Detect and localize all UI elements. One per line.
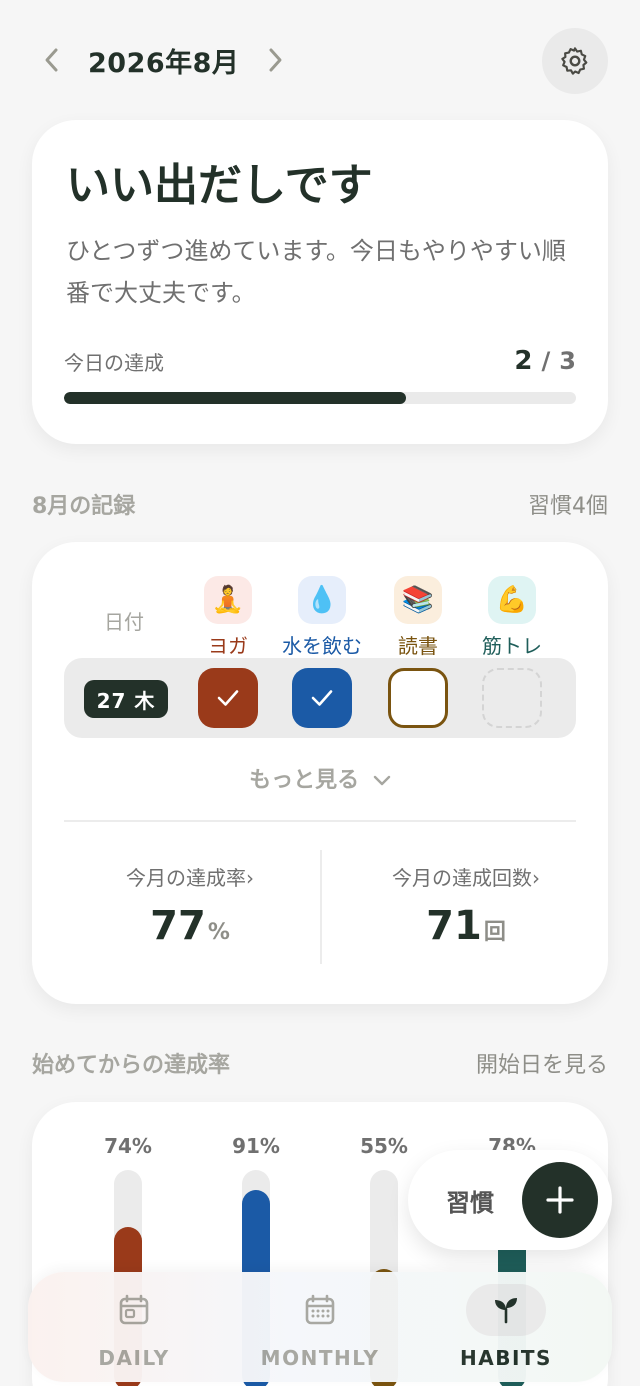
daily-calendar-icon-wrap: [94, 1284, 174, 1336]
today-progress-bar: [64, 392, 576, 404]
tab-habits-label: HABITS: [460, 1346, 552, 1370]
monthly-rate-label: 今月の達成率›: [126, 866, 254, 890]
header: 2026年8月: [32, 28, 608, 94]
rate-number: 77: [150, 903, 206, 949]
monthly-rate-value: 77%: [46, 903, 334, 949]
yoga-icon: 🧘: [204, 576, 252, 624]
today-progress-count: 2 / 3: [514, 346, 576, 376]
show-more-label: もっと見る: [249, 768, 360, 793]
plus-icon: [546, 1186, 574, 1214]
calendar-day-icon: [119, 1294, 149, 1325]
today-progress-row: 今日の達成 2 / 3: [64, 346, 576, 376]
monthly-count-label: 今月の達成回数›: [392, 866, 540, 890]
calendar-month-icon: [305, 1294, 335, 1325]
monthly-rate-stat[interactable]: 今月の達成率› 77%: [46, 862, 334, 949]
prev-month-button[interactable]: [32, 30, 72, 90]
reading-checkbox[interactable]: [388, 668, 448, 728]
count-unit: 回: [483, 920, 506, 945]
tab-monthly-label: MONTHLY: [260, 1346, 380, 1370]
sprout-icon: [495, 1298, 517, 1324]
settings-button[interactable]: [542, 28, 608, 94]
add-habit-button[interactable]: 習慣: [408, 1150, 612, 1250]
habit-count: 習慣4個: [528, 494, 608, 519]
daily-summary-card: いい出だしです ひとつずつ進めています。今日もやりやすい順番で大丈夫です。 今日…: [32, 120, 608, 444]
encouragement-title: いい出だしです: [66, 160, 373, 211]
habit-header-workout[interactable]: 💪 筋トレ: [462, 576, 562, 659]
chevron-left-icon: [45, 48, 58, 72]
habit-name: ヨガ: [208, 634, 248, 658]
rate-bar-label: 91%: [232, 1134, 280, 1158]
view-start-date-link[interactable]: 開始日を見る: [476, 1047, 608, 1079]
habit-header-water[interactable]: 💧 水を飲む: [272, 576, 372, 659]
day-row: 27 木: [64, 658, 576, 738]
chevron-right-icon: [269, 48, 282, 72]
habit-header-reading[interactable]: 📚 読書: [368, 576, 468, 659]
habit-name: 読書: [398, 634, 438, 658]
water-drop-icon: 💧: [298, 576, 346, 624]
today-progress-label: 今日の達成: [64, 350, 164, 375]
day-badge: 27 木: [84, 680, 168, 718]
tab-habits[interactable]: HABITS: [416, 1284, 596, 1370]
record-section-header: 8月の記録 習慣4個: [32, 488, 608, 520]
habit-header-yoga[interactable]: 🧘 ヨガ: [178, 576, 278, 659]
yoga-checkbox[interactable]: [198, 668, 258, 728]
tab-daily[interactable]: DAILY: [44, 1284, 224, 1370]
record-section-title: 8月の記録: [32, 494, 136, 519]
count-number: 71: [426, 903, 482, 949]
monthly-count-stat[interactable]: 今月の達成回数› 71回: [322, 862, 610, 949]
month-title: 2026年8月: [88, 47, 240, 79]
bottom-navigation: DAILY MONTHLY HABITS: [28, 1272, 612, 1382]
rate-bar-label: 55%: [360, 1134, 408, 1158]
water-checkbox[interactable]: [292, 668, 352, 728]
books-icon: 📚: [394, 576, 442, 624]
add-habit-circle[interactable]: [522, 1162, 598, 1238]
show-more-button[interactable]: もっと見る: [32, 762, 608, 794]
habit-name: 水を飲む: [282, 634, 362, 658]
habits-sprout-icon-wrap: [466, 1284, 546, 1336]
tab-monthly[interactable]: MONTHLY: [230, 1284, 410, 1370]
date-column-header: 日付: [104, 610, 144, 634]
add-habit-label: 習慣: [446, 1188, 494, 1217]
encouragement-message: ひとつずつ進めています。今日もやりやすい順番で大丈夫です。: [66, 237, 566, 307]
monthly-calendar-icon-wrap: [280, 1284, 360, 1336]
chevron-down-icon: [373, 775, 391, 786]
checkmark-icon: [217, 690, 239, 706]
checkmark-icon: [311, 690, 333, 706]
habit-name: 筋トレ: [482, 634, 542, 658]
tab-daily-label: DAILY: [98, 1346, 170, 1370]
gear-icon: [561, 47, 588, 75]
workout-checkbox-disabled: [482, 668, 542, 728]
rate-bar-label: 74%: [104, 1134, 152, 1158]
count-separator: /: [541, 347, 551, 375]
divider: [64, 820, 576, 822]
rate-unit: %: [207, 920, 230, 945]
today-progress-fill: [64, 392, 406, 404]
done-count: 2: [514, 346, 533, 376]
next-month-button[interactable]: [255, 30, 295, 90]
total-count: 3: [559, 347, 576, 375]
monthly-count-value: 71回: [322, 903, 610, 949]
muscle-icon: 💪: [488, 576, 536, 624]
since-start-title: 始めてからの達成率: [32, 1053, 231, 1078]
since-start-section-header: 始めてからの達成率 開始日を見る: [32, 1047, 608, 1079]
monthly-record-card: 日付 🧘 ヨガ 💧 水を飲む 📚 読書 💪 筋トレ 27 木 もっと見る 今月の…: [32, 542, 608, 1004]
